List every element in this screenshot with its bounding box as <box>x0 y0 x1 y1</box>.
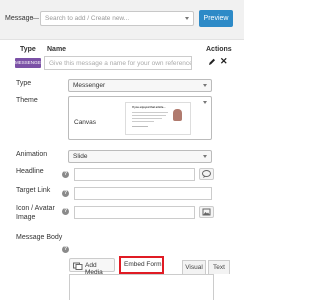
chevron-down-icon <box>203 155 207 158</box>
tab-text[interactable]: Text <box>208 260 230 274</box>
icon-avatar-label-line2: Image <box>16 214 36 221</box>
embed-form-label: Embed Form <box>124 261 162 268</box>
theme-select-value: Canvas <box>74 119 97 126</box>
preview-button[interactable]: Preview <box>199 10 233 27</box>
help-icon[interactable]: ? <box>62 246 69 253</box>
animation-select[interactable]: Slide <box>68 150 212 163</box>
add-media-button[interactable]: Add Media <box>69 258 115 276</box>
message-body-label: Message Body <box>16 234 63 241</box>
type-column-header: Type <box>20 46 36 53</box>
preview-text-line <box>132 112 168 113</box>
message-selector-bar: Message — Search to add / Create new... … <box>0 0 244 40</box>
target-link-input[interactable] <box>74 187 212 200</box>
type-select[interactable]: Messenger <box>68 79 212 92</box>
chevron-down-icon <box>185 17 189 20</box>
theme-preview-thumbnail: If you enjoyed that article... <box>125 102 191 135</box>
embed-form-button[interactable]: Embed Form <box>119 256 164 274</box>
edit-pencil-icon[interactable] <box>208 57 216 66</box>
headline-input[interactable] <box>74 168 195 181</box>
icon-avatar-label: Icon / Avatar <box>16 205 55 212</box>
image-upload-button[interactable] <box>199 206 214 218</box>
type-select-value: Messenger <box>73 82 106 89</box>
message-body-editor[interactable] <box>69 274 214 300</box>
theme-select[interactable]: Canvas If you enjoyed that article... <box>68 96 212 140</box>
help-icon[interactable]: ? <box>62 208 69 215</box>
message-search-select[interactable]: Search to add / Create new... <box>40 11 194 26</box>
preview-text-line <box>132 121 154 122</box>
preview-avatar <box>173 109 182 121</box>
media-icon <box>73 262 83 270</box>
label-separator: — <box>32 15 39 22</box>
preview-link-line <box>132 126 148 127</box>
name-column-header: Name <box>47 46 67 53</box>
preview-text-line <box>132 118 162 119</box>
animation-select-value: Slide <box>73 153 88 160</box>
tab-visual[interactable]: Visual <box>182 260 206 274</box>
speech-bubble-icon <box>202 170 211 178</box>
emoji-button[interactable] <box>199 168 214 180</box>
message-search-placeholder: Search to add / Create new... <box>45 15 130 22</box>
message-name-field[interactable] <box>44 56 192 70</box>
preview-text-line <box>132 115 166 116</box>
type-label: Type <box>16 80 32 87</box>
icon-image-url-input[interactable] <box>74 206 195 219</box>
headline-label: Headline <box>16 168 44 175</box>
chevron-down-icon <box>203 84 207 87</box>
close-icon[interactable]: ✕ <box>220 56 228 66</box>
image-icon <box>202 208 211 216</box>
help-icon[interactable]: ? <box>62 190 69 197</box>
theme-preview-title: If you enjoyed that article... <box>132 106 166 109</box>
target-link-label: Target Link <box>16 187 51 194</box>
actions-column-header: Actions <box>206 46 232 53</box>
message-label: Message <box>5 15 34 22</box>
message-type-badge: MESSENGER <box>15 58 44 68</box>
help-icon[interactable]: ? <box>62 171 69 178</box>
message-name-input[interactable] <box>45 57 191 69</box>
animation-label: Animation <box>16 151 48 158</box>
chevron-down-icon <box>203 101 207 104</box>
theme-label: Theme <box>16 97 38 104</box>
